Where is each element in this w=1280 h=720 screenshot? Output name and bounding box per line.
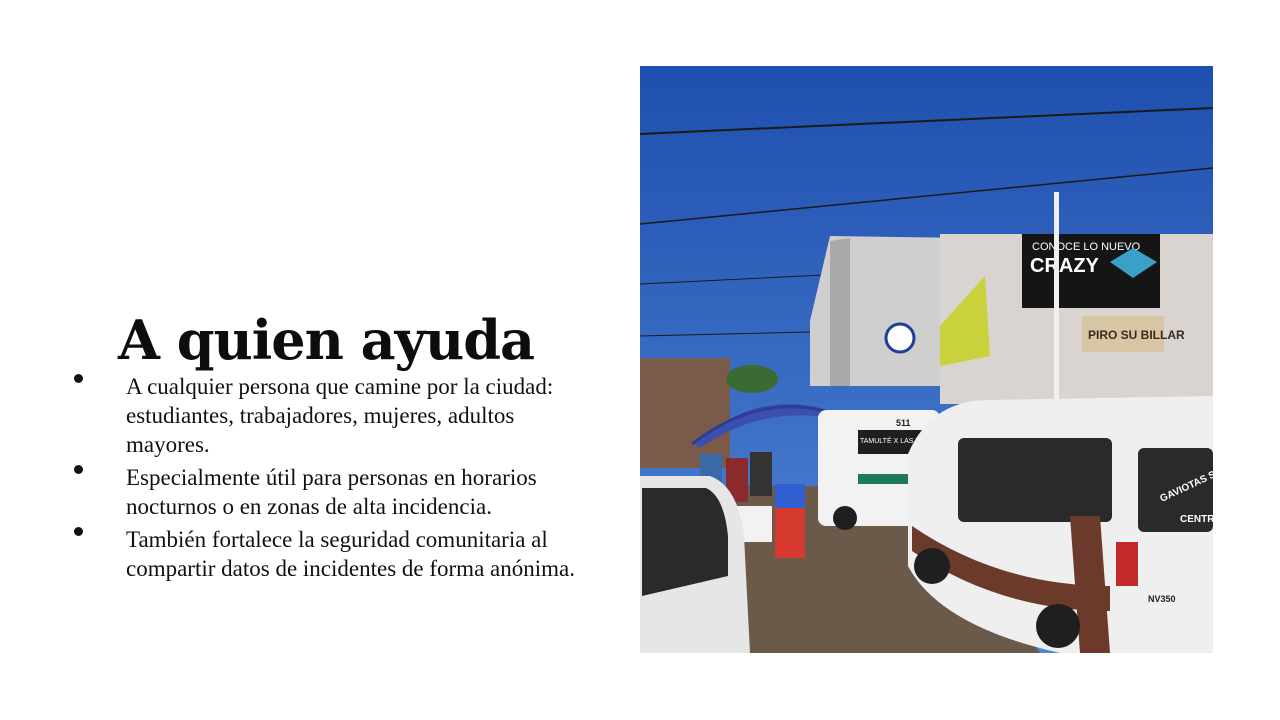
bullet-marker [74, 374, 83, 383]
street-photo: CONOCE LO NUEVO CRAZY PIRO SU BILLAR TAM… [640, 66, 1213, 653]
bullet-list: A cualquier persona que camine por la ci… [70, 372, 590, 587]
bullet-item: A cualquier persona que camine por la ci… [70, 372, 590, 459]
van-tail-light [1116, 542, 1138, 586]
cooler [775, 484, 805, 508]
street-stall [640, 358, 730, 468]
tree [726, 365, 778, 393]
bullet-text: También fortalece la seguridad comunitar… [126, 527, 575, 581]
street-photo-illustration: CONOCE LO NUEVO CRAZY PIRO SU BILLAR TAM… [640, 66, 1213, 653]
bullet-text: A cualquier persona que camine por la ci… [126, 374, 554, 457]
wheel [833, 506, 857, 530]
bullet-marker [74, 465, 83, 474]
union-sign-icon [884, 322, 916, 354]
bullet-item: Especialmente útil para personas en hora… [70, 463, 590, 521]
pedestrian [750, 452, 772, 496]
van-window [958, 438, 1112, 522]
cooler [775, 532, 805, 558]
slide: A quien ayuda A cualquier persona que ca… [0, 0, 1280, 720]
billar-sign-text: PIRO SU BILLAR [1088, 328, 1185, 342]
crazy-sign-line1: CONOCE LO NUEVO [1032, 241, 1141, 253]
bullet-marker [74, 527, 83, 536]
wheel [1036, 604, 1080, 648]
cooler [775, 508, 805, 532]
slide-title: A quien ayuda [118, 308, 535, 372]
bullet-text: Especialmente útil para personas en hora… [126, 465, 537, 519]
van-model: NV350 [1148, 594, 1176, 604]
wheel [914, 548, 950, 584]
light-pole [1054, 192, 1059, 402]
crazy-sign-line2: CRAZY [1030, 255, 1100, 277]
minibus-number: 511 [896, 418, 911, 428]
building-shadow [830, 238, 850, 386]
van-center-text: CENTRO [1180, 514, 1213, 525]
bullet-item: También fortalece la seguridad comunitar… [70, 525, 590, 583]
